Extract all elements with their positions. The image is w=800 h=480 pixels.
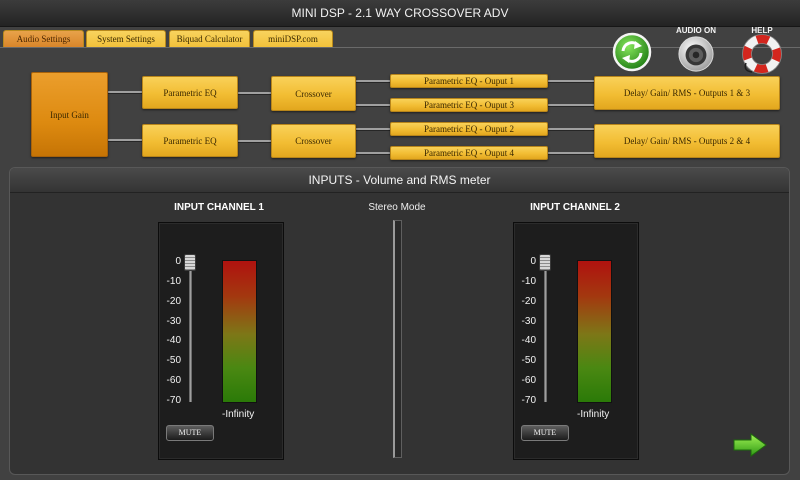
crossover-block-1[interactable]: Crossover bbox=[271, 76, 356, 111]
volume-slider-track[interactable] bbox=[544, 256, 547, 402]
connector-line bbox=[238, 92, 271, 94]
volume-slider-thumb[interactable] bbox=[184, 254, 196, 271]
output-peq-block-3[interactable]: Parametric EQ - Ouput 3 bbox=[390, 98, 548, 112]
connector-line bbox=[548, 128, 594, 130]
window-title: MINI DSP - 2.1 WAY CROSSOVER ADV bbox=[0, 0, 800, 27]
level-readout: -Infinity bbox=[222, 409, 255, 420]
rms-meter bbox=[222, 260, 257, 403]
volume-slider-thumb[interactable] bbox=[539, 254, 551, 271]
speaker-icon[interactable] bbox=[677, 35, 715, 73]
inputs-panel-title: INPUTS - Volume and RMS meter bbox=[10, 168, 789, 193]
input-channel-2-title: INPUT CHANNEL 2 bbox=[530, 202, 620, 213]
rms-meter bbox=[577, 260, 612, 403]
volume-slider-track[interactable] bbox=[189, 256, 192, 402]
output-peq-block-2[interactable]: Parametric EQ - Ouput 2 bbox=[390, 122, 548, 136]
scale-label: -10 bbox=[521, 275, 536, 287]
connector-line bbox=[356, 104, 390, 106]
scale-label: -70 bbox=[521, 394, 536, 406]
input-gain-block[interactable]: Input Gain bbox=[31, 72, 108, 157]
scale-label: -60 bbox=[521, 375, 536, 387]
scale-label: 0 bbox=[530, 256, 536, 267]
scale-label: -20 bbox=[166, 295, 181, 307]
connector-line bbox=[108, 139, 142, 141]
connector-line bbox=[548, 152, 594, 154]
stereo-mode-label: Stereo Mode bbox=[368, 202, 426, 213]
tab-biquad-calculator[interactable]: Biquad Calculator bbox=[169, 30, 250, 47]
scale-label: -40 bbox=[166, 335, 181, 347]
scale-label: -60 bbox=[166, 375, 181, 387]
tab-minidsp-com[interactable]: miniDSP.com bbox=[253, 30, 333, 47]
scale-label: -50 bbox=[521, 355, 536, 367]
db-scale: 0 -10 -20 -30 -40 -50 -60 -70 bbox=[514, 256, 536, 407]
connector-line bbox=[548, 104, 594, 106]
scale-label: -30 bbox=[521, 315, 536, 327]
tab-system-settings[interactable]: System Settings bbox=[86, 30, 166, 47]
level-readout: -Infinity bbox=[577, 409, 610, 420]
inputs-panel: INPUTS - Volume and RMS meter INPUT CHAN… bbox=[9, 167, 790, 475]
scale-label: 0 bbox=[175, 256, 181, 267]
input-channel-1-meter-panel: 0 -10 -20 -30 -40 -50 -60 -70 -Infinity … bbox=[158, 222, 284, 460]
mute-button[interactable]: MUTE bbox=[166, 425, 214, 441]
connector-line bbox=[238, 140, 271, 142]
crossover-block-2[interactable]: Crossover bbox=[271, 124, 356, 158]
scale-label: -20 bbox=[521, 295, 536, 307]
parametric-eq-block-2[interactable]: Parametric EQ bbox=[142, 124, 238, 157]
connector-line bbox=[356, 152, 390, 154]
parametric-eq-block-1[interactable]: Parametric EQ bbox=[142, 76, 238, 109]
delay-gain-rms-block-1-3[interactable]: Delay/ Gain/ RMS - Outputs 1 & 3 bbox=[594, 76, 780, 110]
lifebuoy-icon[interactable] bbox=[741, 33, 783, 75]
scale-label: -10 bbox=[166, 275, 181, 287]
refresh-icon[interactable] bbox=[612, 32, 652, 72]
scale-label: -40 bbox=[521, 335, 536, 347]
arrow-right-icon[interactable] bbox=[733, 433, 767, 457]
scale-label: -30 bbox=[166, 315, 181, 327]
tab-audio-settings[interactable]: Audio Settings bbox=[3, 30, 84, 47]
connector-line bbox=[108, 91, 142, 93]
scale-label: -70 bbox=[166, 394, 181, 406]
connector-line bbox=[356, 128, 390, 130]
scale-label: -50 bbox=[166, 355, 181, 367]
output-peq-block-1[interactable]: Parametric EQ - Ouput 1 bbox=[390, 74, 548, 88]
db-scale: 0 -10 -20 -30 -40 -50 -60 -70 bbox=[159, 256, 181, 407]
connector-line bbox=[548, 80, 594, 82]
input-channel-1-title: INPUT CHANNEL 1 bbox=[174, 202, 264, 213]
stereo-mode-slider[interactable] bbox=[393, 220, 402, 458]
connector-line bbox=[356, 80, 390, 82]
output-peq-block-4[interactable]: Parametric EQ - Ouput 4 bbox=[390, 146, 548, 160]
mute-button[interactable]: MUTE bbox=[521, 425, 569, 441]
input-channel-2-meter-panel: 0 -10 -20 -30 -40 -50 -60 -70 -Infinity … bbox=[513, 222, 639, 460]
delay-gain-rms-block-2-4[interactable]: Delay/ Gain/ RMS - Outputs 2 & 4 bbox=[594, 124, 780, 158]
